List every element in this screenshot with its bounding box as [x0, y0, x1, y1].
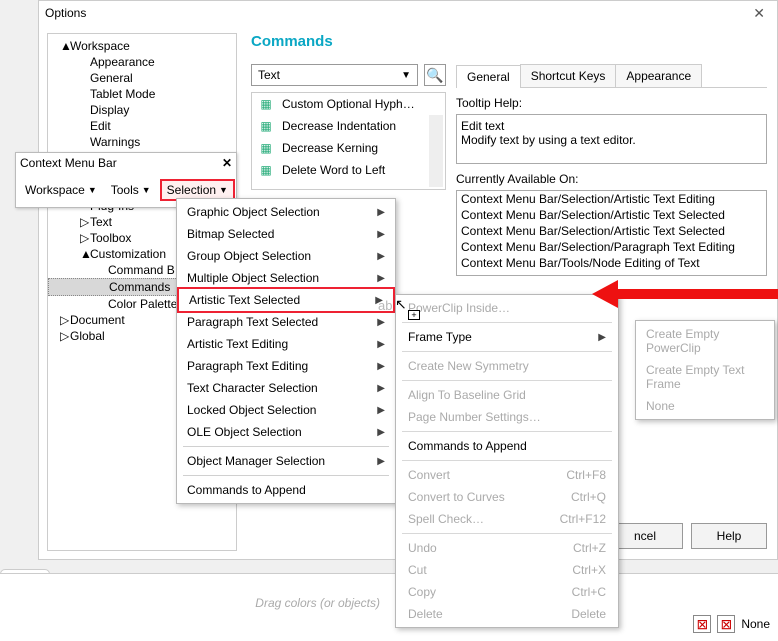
tab-appearance[interactable]: Appearance [615, 64, 702, 87]
submenu-item[interactable]: Paragraph Text Selected▶ [177, 311, 395, 333]
chevron-right-icon: ▶ [377, 361, 385, 372]
close-icon[interactable]: ✕ [747, 5, 771, 22]
chevron-right-icon: ▶ [377, 427, 385, 438]
context-item: UndoCtrl+Z [396, 537, 618, 559]
frame-type-item: Create Empty Text Frame [636, 359, 774, 395]
chevron-right-icon: ▶ [377, 405, 385, 416]
available-on-label: Currently Available On: [456, 172, 767, 186]
chevron-down-icon: ▼ [219, 185, 228, 195]
command-icon: ▦ [258, 140, 274, 156]
context-item: Spell Check…Ctrl+F12 [396, 508, 618, 530]
chevron-down-icon: ▼ [401, 70, 411, 81]
chevron-right-icon: ▶ [377, 229, 385, 240]
available-entry[interactable]: Context Menu Bar/Selection/Artistic Text… [457, 191, 766, 207]
context-item: CopyCtrl+C [396, 581, 618, 603]
context-item: DeleteDelete [396, 603, 618, 625]
tree-item-workspace[interactable]: ▲Workspace [48, 38, 236, 54]
status-bar: Drag colors (or objects) ⊠ ⊠ None [0, 573, 778, 641]
context-item: Convert to CurvesCtrl+Q [396, 486, 618, 508]
category-combo[interactable]: Text ▼ [251, 64, 418, 86]
context-item: CutCtrl+X [396, 559, 618, 581]
chevron-right-icon: ▶ [377, 317, 385, 328]
chevron-down-icon: ▼ [142, 185, 151, 195]
submenu-item[interactable]: Locked Object Selection▶ [177, 399, 395, 421]
context-item: PowerClip Inside… [396, 297, 618, 319]
submenu-item[interactable]: Text Character Selection▶ [177, 377, 395, 399]
tree-item-general[interactable]: General [48, 70, 236, 86]
command-item[interactable]: ▦Decrease Indentation [252, 115, 445, 137]
tooltip-line: Modify text by using a text editor. [461, 133, 762, 147]
tree-item-display[interactable]: Display [48, 102, 236, 118]
submenu-item[interactable]: Paragraph Text Editing▶ [177, 355, 395, 377]
section-title: Commands [251, 33, 767, 50]
combo-value: Text [258, 68, 401, 82]
search-icon[interactable]: 🔍 [424, 64, 446, 86]
artistic-text-context-menu: PowerClip Inside… Frame Type▶ Create New S… [395, 294, 619, 628]
help-button[interactable]: Help [691, 523, 767, 549]
swatch-label: None [741, 617, 770, 631]
submenu-item[interactable]: Commands to Append [177, 479, 395, 501]
property-tabs: GeneralShortcut KeysAppearance [456, 64, 767, 88]
chevron-right-icon: ▶ [377, 251, 385, 262]
tab-general[interactable]: General [456, 65, 521, 88]
outline-swatch[interactable]: ⊠ [717, 615, 735, 633]
submenu-item[interactable]: Multiple Object Selection▶ [177, 267, 395, 289]
commands-list[interactable]: ▦Custom Optional Hyph…▦Decrease Indentat… [251, 92, 446, 190]
tooltip-line: Edit text [461, 119, 762, 133]
command-item[interactable]: ▦Delete Word to Left [252, 159, 445, 181]
frame-type-item: Create Empty PowerClip [636, 323, 774, 359]
chevron-right-icon: ▶ [375, 295, 383, 306]
chevron-right-icon: ▶ [598, 332, 606, 343]
available-entry[interactable]: Context Menu Bar/Selection/Artistic Text… [457, 223, 766, 239]
available-on-list[interactable]: Context Menu Bar/Selection/Artistic Text… [456, 190, 767, 276]
tree-item-tablet-mode[interactable]: Tablet Mode [48, 86, 236, 102]
submenu-item[interactable]: Graphic Object Selection▶ [177, 201, 395, 223]
chevron-right-icon: ▶ [377, 273, 385, 284]
tab-shortcut-keys[interactable]: Shortcut Keys [520, 64, 617, 87]
menubar-tools[interactable]: Tools▼ [106, 181, 156, 199]
submenu-item[interactable]: OLE Object Selection▶ [177, 421, 395, 443]
scrollbar[interactable] [429, 115, 443, 187]
submenu-item[interactable]: Artistic Text Editing▶ [177, 333, 395, 355]
menubar-workspace[interactable]: Workspace▼ [20, 181, 102, 199]
tree-item-appearance[interactable]: Appearance [48, 54, 236, 70]
close-icon[interactable]: ✕ [222, 156, 232, 170]
status-hint: Drag colors (or objects) [255, 596, 380, 610]
context-item: Align To Baseline Grid [396, 384, 618, 406]
frame-type-item: None [636, 395, 774, 417]
submenu-item[interactable]: Group Object Selection▶ [177, 245, 395, 267]
submenu-item[interactable]: Artistic Text Selected▶ [177, 287, 395, 313]
chevron-right-icon: ▶ [377, 207, 385, 218]
tooltip-label: Tooltip Help: [456, 96, 767, 110]
context-item[interactable]: Frame Type▶ [396, 326, 618, 348]
available-entry[interactable]: Context Menu Bar/Selection/Artistic Text… [457, 207, 766, 223]
ctxwin-title: Context Menu Bar [20, 156, 222, 170]
submenu-item[interactable]: Bitmap Selected▶ [177, 223, 395, 245]
dialog-title: Options [45, 6, 747, 20]
chevron-down-icon: ▼ [88, 185, 97, 195]
command-item[interactable]: ▦Custom Optional Hyph… [252, 93, 445, 115]
no-fill-icon: ⊠ [696, 616, 708, 633]
context-item: Page Number Settings… [396, 406, 618, 428]
chevron-right-icon: ▶ [377, 339, 385, 350]
chevron-right-icon: ▶ [377, 383, 385, 394]
command-icon: ▦ [258, 96, 274, 112]
command-item[interactable]: ▦Decrease Kerning [252, 137, 445, 159]
context-item: Create New Symmetry [396, 355, 618, 377]
selection-submenu: Graphic Object Selection▶Bitmap Selected… [176, 198, 396, 504]
tree-item-warnings[interactable]: Warnings [48, 134, 236, 150]
context-item[interactable]: Commands to Append [396, 435, 618, 457]
command-icon: ▦ [258, 118, 274, 134]
submenu-item[interactable]: Object Manager Selection▶ [177, 450, 395, 472]
available-entry[interactable]: Context Menu Bar/Tools/Node Editing of T… [457, 255, 766, 271]
no-outline-icon: ⊠ [720, 616, 732, 633]
command-icon: ▦ [258, 162, 274, 178]
available-entry[interactable]: Context Menu Bar/Selection/Paragraph Tex… [457, 239, 766, 255]
chevron-right-icon: ▶ [377, 456, 385, 467]
frame-type-submenu: Create Empty PowerClipCreate Empty Text … [635, 320, 775, 420]
context-item: ConvertCtrl+F8 [396, 464, 618, 486]
tooltip-textbox[interactable]: Edit text Modify text by using a text ed… [456, 114, 767, 164]
tree-item-edit[interactable]: Edit [48, 118, 236, 134]
fill-swatch[interactable]: ⊠ [693, 615, 711, 633]
